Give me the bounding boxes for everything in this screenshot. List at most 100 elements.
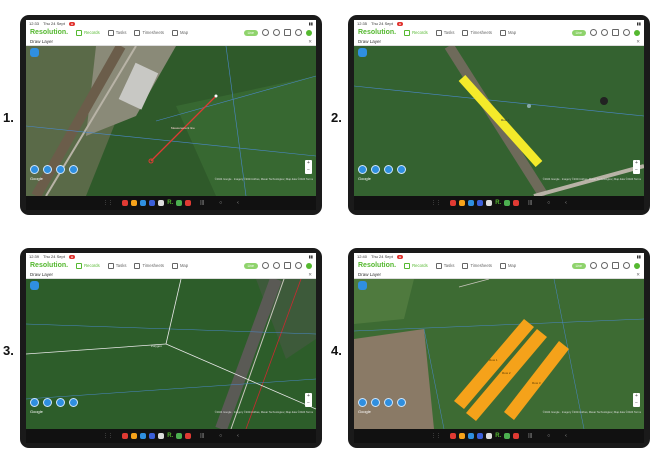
zoom-out-button[interactable]: − xyxy=(633,400,640,407)
nav-timesheets[interactable]: Timesheets xyxy=(462,29,492,36)
resolution-app-icon[interactable]: R. xyxy=(167,433,173,439)
refresh-icon[interactable] xyxy=(612,262,619,269)
bell-icon[interactable] xyxy=(601,262,608,269)
app-icon[interactable] xyxy=(459,200,466,206)
apps-grid-icon[interactable]: ⋮⋮ xyxy=(431,433,441,439)
draw-point-button[interactable] xyxy=(30,165,39,174)
bell-icon[interactable] xyxy=(273,29,280,36)
avatar[interactable] xyxy=(306,262,312,269)
app-icon[interactable] xyxy=(131,433,138,439)
refresh-icon[interactable] xyxy=(284,29,291,36)
sync-pill[interactable]: Live xyxy=(243,29,258,36)
help-icon[interactable] xyxy=(590,262,597,269)
gear-icon[interactable] xyxy=(295,29,302,36)
draw-polygon-button[interactable] xyxy=(56,165,65,174)
back-icon[interactable]: ‹ xyxy=(237,200,239,206)
zoom-in-button[interactable]: + xyxy=(633,160,640,167)
resolution-app-icon[interactable]: R. xyxy=(167,200,173,206)
add-button[interactable] xyxy=(397,165,406,174)
nav-records[interactable]: Records xyxy=(76,262,100,269)
app-icon[interactable] xyxy=(459,433,466,439)
nav-records[interactable]: Records xyxy=(76,29,100,36)
nav-map[interactable]: Map xyxy=(499,262,516,269)
app-icon[interactable] xyxy=(450,200,457,206)
layers-button[interactable] xyxy=(30,281,39,290)
app-icon[interactable] xyxy=(513,200,520,206)
recents-icon[interactable]: ||| xyxy=(200,200,204,206)
app-icon[interactable] xyxy=(486,433,493,439)
nav-records[interactable]: Records xyxy=(404,29,428,36)
recents-icon[interactable]: ||| xyxy=(528,200,532,206)
app-icon[interactable] xyxy=(158,433,165,439)
layers-button[interactable] xyxy=(30,48,39,57)
close-icon[interactable]: ✕ xyxy=(636,272,640,278)
app-icon[interactable] xyxy=(450,433,457,439)
app-icon[interactable] xyxy=(486,200,493,206)
app-icon[interactable] xyxy=(185,200,192,206)
gear-icon[interactable] xyxy=(623,262,630,269)
sync-pill[interactable]: Live xyxy=(243,262,258,269)
gear-icon[interactable] xyxy=(623,29,630,36)
draw-point-button[interactable] xyxy=(30,398,39,407)
nav-map[interactable]: Map xyxy=(171,29,188,36)
app-icon[interactable] xyxy=(140,433,147,439)
app-icon[interactable] xyxy=(513,433,520,439)
nav-records[interactable]: Records xyxy=(404,262,428,269)
app-icon[interactable] xyxy=(149,433,156,439)
close-icon[interactable]: ✕ xyxy=(308,39,312,45)
draw-polygon-button[interactable] xyxy=(384,165,393,174)
zoom-in-button[interactable]: + xyxy=(305,393,312,400)
home-icon[interactable]: ○ xyxy=(547,433,550,439)
satellite-map[interactable]: Row 1 Row 2 Row 3 Google ©2024 Google · … xyxy=(354,279,644,429)
app-icon[interactable] xyxy=(468,200,475,206)
zoom-in-button[interactable]: + xyxy=(633,393,640,400)
app-icon[interactable] xyxy=(158,200,165,206)
draw-line-button[interactable] xyxy=(371,398,380,407)
app-icon[interactable] xyxy=(122,200,129,206)
draw-line-button[interactable] xyxy=(43,398,52,407)
app-icon[interactable] xyxy=(176,200,183,206)
avatar[interactable] xyxy=(306,29,312,36)
refresh-icon[interactable] xyxy=(612,29,619,36)
help-icon[interactable] xyxy=(262,29,269,36)
sync-pill[interactable]: Live xyxy=(571,262,586,269)
home-icon[interactable]: ○ xyxy=(547,200,550,206)
app-icon[interactable] xyxy=(468,433,475,439)
app-icon[interactable] xyxy=(504,200,511,206)
zoom-controls[interactable]: + − xyxy=(305,160,312,174)
app-icon[interactable] xyxy=(131,200,138,206)
app-icon[interactable] xyxy=(477,433,484,439)
app-icon[interactable] xyxy=(477,200,484,206)
nav-tasks[interactable]: Tasks xyxy=(107,262,126,269)
draw-polygon-button[interactable] xyxy=(56,398,65,407)
add-button[interactable] xyxy=(69,165,78,174)
app-icon[interactable] xyxy=(140,200,147,206)
nav-timesheets[interactable]: Timesheets xyxy=(462,262,492,269)
apps-grid-icon[interactable]: ⋮⋮ xyxy=(103,200,113,206)
refresh-icon[interactable] xyxy=(284,262,291,269)
gear-icon[interactable] xyxy=(295,262,302,269)
app-icon[interactable] xyxy=(185,433,192,439)
zoom-out-button[interactable]: − xyxy=(305,400,312,407)
nav-timesheets[interactable]: Timesheets xyxy=(134,29,164,36)
close-icon[interactable]: ✕ xyxy=(308,272,312,278)
add-button[interactable] xyxy=(397,398,406,407)
recents-icon[interactable]: ||| xyxy=(528,433,532,439)
zoom-controls[interactable]: + − xyxy=(633,160,640,174)
apps-grid-icon[interactable]: ⋮⋮ xyxy=(431,200,441,206)
zoom-in-button[interactable]: + xyxy=(305,160,312,167)
app-icon[interactable] xyxy=(176,433,183,439)
draw-line-button[interactable] xyxy=(43,165,52,174)
zoom-controls[interactable]: + − xyxy=(633,393,640,407)
app-icon[interactable] xyxy=(504,433,511,439)
avatar[interactable] xyxy=(634,262,640,269)
back-icon[interactable]: ‹ xyxy=(565,433,567,439)
draw-polygon-button[interactable] xyxy=(384,398,393,407)
bell-icon[interactable] xyxy=(273,262,280,269)
apps-grid-icon[interactable]: ⋮⋮ xyxy=(103,433,113,439)
nav-tasks[interactable]: Tasks xyxy=(435,262,454,269)
nav-timesheets[interactable]: Timesheets xyxy=(134,262,164,269)
help-icon[interactable] xyxy=(590,29,597,36)
layers-button[interactable] xyxy=(358,48,367,57)
zoom-out-button[interactable]: − xyxy=(633,167,640,174)
